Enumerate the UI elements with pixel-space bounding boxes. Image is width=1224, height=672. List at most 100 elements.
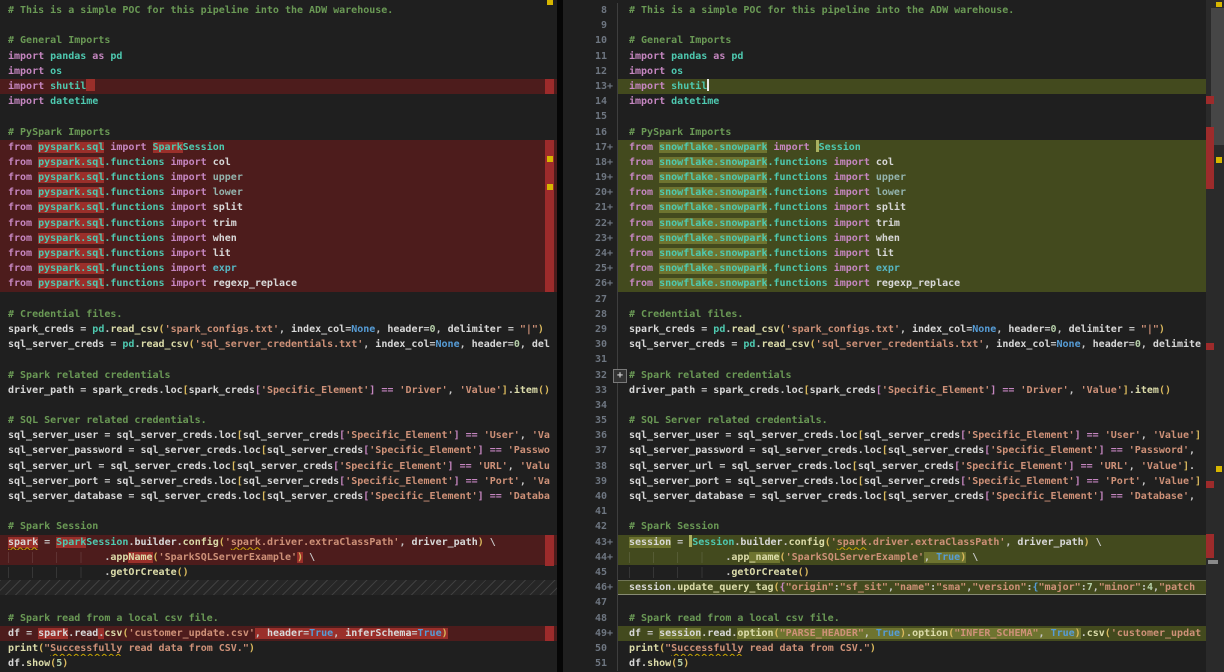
code-line[interactable] [0, 504, 557, 519]
code-line[interactable]: import datetime [0, 94, 557, 109]
code-line[interactable]: 41 [563, 504, 1224, 519]
code-line[interactable]: 38sql_server_url = sql_server_creds.loc[… [563, 459, 1224, 474]
code-line[interactable]: from pyspark.sql.functions import col [0, 155, 557, 170]
code-line[interactable]: 45 .getOrCreate() [563, 565, 1224, 580]
code-line[interactable]: sql_server_user = sql_server_creds.loc[s… [0, 428, 557, 443]
code-line[interactable]: sql_server_password = sql_server_creds.l… [0, 443, 557, 458]
code-line[interactable]: 16# PySpark Imports [563, 125, 1224, 140]
code-line[interactable] [0, 580, 557, 595]
code-line[interactable]: 51df.show(5) [563, 656, 1224, 671]
code-line[interactable]: from pyspark.sql.functions import lit [0, 246, 557, 261]
code-line[interactable]: 49+df = session.read.option("PARSE_HEADE… [563, 626, 1224, 641]
code-line[interactable]: 32+# Spark related credentials [563, 368, 1224, 383]
code-line[interactable]: spark = SparkSession.builder.config('spa… [0, 535, 557, 550]
code-token: df [8, 658, 20, 669]
code-line[interactable]: 26+from snowflake.snowpark.functions imp… [563, 276, 1224, 291]
code-line[interactable]: 20+from snowflake.snowpark.functions imp… [563, 185, 1224, 200]
code-line[interactable]: # Spark Session [0, 519, 557, 534]
code-line[interactable]: 50print("Successfully read data from CSV… [563, 641, 1224, 656]
code-line[interactable]: from pyspark.sql import SparkSession [0, 140, 557, 155]
code-line[interactable]: .appName('SparkSQLServerExample') \ [0, 550, 557, 565]
code-line[interactable]: 24+from snowflake.snowpark.functions imp… [563, 246, 1224, 261]
code-line[interactable]: 39sql_server_port = sql_server_creds.loc… [563, 474, 1224, 489]
code-line[interactable]: 22+from snowflake.snowpark.functions imp… [563, 216, 1224, 231]
code-line[interactable]: # SQL Server related credentials. [0, 413, 557, 428]
code-line[interactable]: 44+ .app_name('SparkSQLServerExample', T… [563, 550, 1224, 565]
code-line[interactable]: 9 [563, 18, 1224, 33]
code-token: .functions [767, 157, 827, 168]
code-line[interactable] [0, 352, 557, 367]
code-line[interactable] [0, 398, 557, 413]
code-line[interactable]: 34 [563, 398, 1224, 413]
code-line[interactable]: # Spark read from a local csv file. [0, 611, 557, 626]
code-line[interactable]: 12import os [563, 64, 1224, 79]
code-line[interactable]: 11import pandas as pd [563, 49, 1224, 64]
left-overview-ruler[interactable] [545, 0, 554, 672]
code-line[interactable]: import shutil [0, 79, 557, 94]
code-line[interactable]: sql_server_url = sql_server_creds.loc[sq… [0, 459, 557, 474]
code-line[interactable]: sql_server_creds = pd.read_csv('sql_serv… [0, 337, 557, 352]
modified-code-pane[interactable]: 8# This is a simple POC for this pipelin… [563, 0, 1224, 672]
code-line[interactable]: 42# Spark Session [563, 519, 1224, 534]
code-line[interactable]: 48# Spark read from a local csv file. [563, 611, 1224, 626]
code-line[interactable]: from pyspark.sql.functions import trim [0, 216, 557, 231]
code-line[interactable]: 33driver_path = spark_creds.loc[spark_cr… [563, 383, 1224, 398]
code-line[interactable]: 23+from snowflake.snowpark.functions imp… [563, 231, 1224, 246]
code-line[interactable] [0, 18, 557, 33]
code-line[interactable]: print("Successfully read data from CSV."… [0, 641, 557, 656]
code-line[interactable]: import os [0, 64, 557, 79]
code-line[interactable]: from pyspark.sql.functions import lower [0, 185, 557, 200]
code-line[interactable] [0, 109, 557, 124]
code-line[interactable]: 35# SQL Server related credentials. [563, 413, 1224, 428]
code-line[interactable]: 28# Credential files. [563, 307, 1224, 322]
code-line[interactable]: driver_path = spark_creds.loc[spark_cred… [0, 383, 557, 398]
code-line[interactable]: from pyspark.sql.functions import regexp… [0, 276, 557, 291]
code-line[interactable]: 25+from snowflake.snowpark.functions imp… [563, 261, 1224, 276]
code-line[interactable]: 19+from snowflake.snowpark.functions imp… [563, 170, 1224, 185]
code-line[interactable]: # Spark related credentials [0, 368, 557, 383]
code-line[interactable]: 40sql_server_database = sql_server_creds… [563, 489, 1224, 504]
code-line[interactable]: 18+from snowflake.snowpark.functions imp… [563, 155, 1224, 170]
code-line[interactable]: 27 [563, 292, 1224, 307]
code-line[interactable]: 17+from snowflake.snowpark import Sessio… [563, 140, 1224, 155]
code-token: 'customer_update.csv' [128, 628, 254, 639]
code-line[interactable] [0, 595, 557, 610]
code-line[interactable]: 47 [563, 595, 1224, 610]
code-line[interactable]: .getOrCreate() [0, 565, 557, 580]
code-line[interactable]: # PySpark Imports [0, 125, 557, 140]
code-token: Successfully [50, 643, 122, 654]
code-line[interactable]: spark_creds = pd.read_csv('spark_configs… [0, 322, 557, 337]
code-line[interactable]: # Credential files. [0, 307, 557, 322]
insert-region-button[interactable]: + [613, 369, 627, 383]
code-line[interactable]: 15 [563, 109, 1224, 124]
code-line[interactable]: 13+import shutil [563, 79, 1224, 94]
code-line[interactable]: 30sql_server_creds = pd.read_csv('sql_se… [563, 337, 1224, 352]
right-overview-ruler[interactable] [1206, 0, 1224, 672]
code-line[interactable]: from pyspark.sql.functions import when [0, 231, 557, 246]
code-line[interactable]: # This is a simple POC for this pipeline… [0, 3, 557, 18]
code-line[interactable]: df.show(5) [0, 656, 557, 671]
code-token: sql_server_creds [267, 491, 363, 502]
code-line[interactable]: 14import datetime [563, 94, 1224, 109]
code-line[interactable]: df = spark.read.csv('customer_update.csv… [0, 626, 557, 641]
code-line[interactable]: 10# General Imports [563, 33, 1224, 48]
scrollbar-slider[interactable] [1211, 8, 1224, 145]
code-line[interactable] [0, 292, 557, 307]
code-line[interactable]: # General Imports [0, 33, 557, 48]
line-number: 32+ [563, 368, 618, 383]
code-line[interactable]: from pyspark.sql.functions import upper [0, 170, 557, 185]
code-line[interactable]: 37sql_server_password = sql_server_creds… [563, 443, 1224, 458]
code-line[interactable]: sql_server_port = sql_server_creds.loc[s… [0, 474, 557, 489]
code-line[interactable]: 36sql_server_user = sql_server_creds.loc… [563, 428, 1224, 443]
code-line[interactable]: 21+from snowflake.snowpark.functions imp… [563, 200, 1224, 215]
code-line[interactable]: from pyspark.sql.functions import split [0, 200, 557, 215]
code-line[interactable]: from pyspark.sql.functions import expr [0, 261, 557, 276]
code-line[interactable]: 31 [563, 352, 1224, 367]
code-line[interactable]: 43+session = Session.builder.config('spa… [563, 535, 1224, 550]
code-line[interactable]: 46+session.update_query_tag({"origin":"s… [563, 580, 1224, 595]
code-line[interactable]: import pandas as pd [0, 49, 557, 64]
original-code-pane[interactable]: # This is a simple POC for this pipeline… [0, 0, 557, 672]
code-line[interactable]: 29spark_creds = pd.read_csv('spark_confi… [563, 322, 1224, 337]
code-line[interactable]: sql_server_database = sql_server_creds.l… [0, 489, 557, 504]
code-line[interactable]: 8# This is a simple POC for this pipelin… [563, 3, 1224, 18]
